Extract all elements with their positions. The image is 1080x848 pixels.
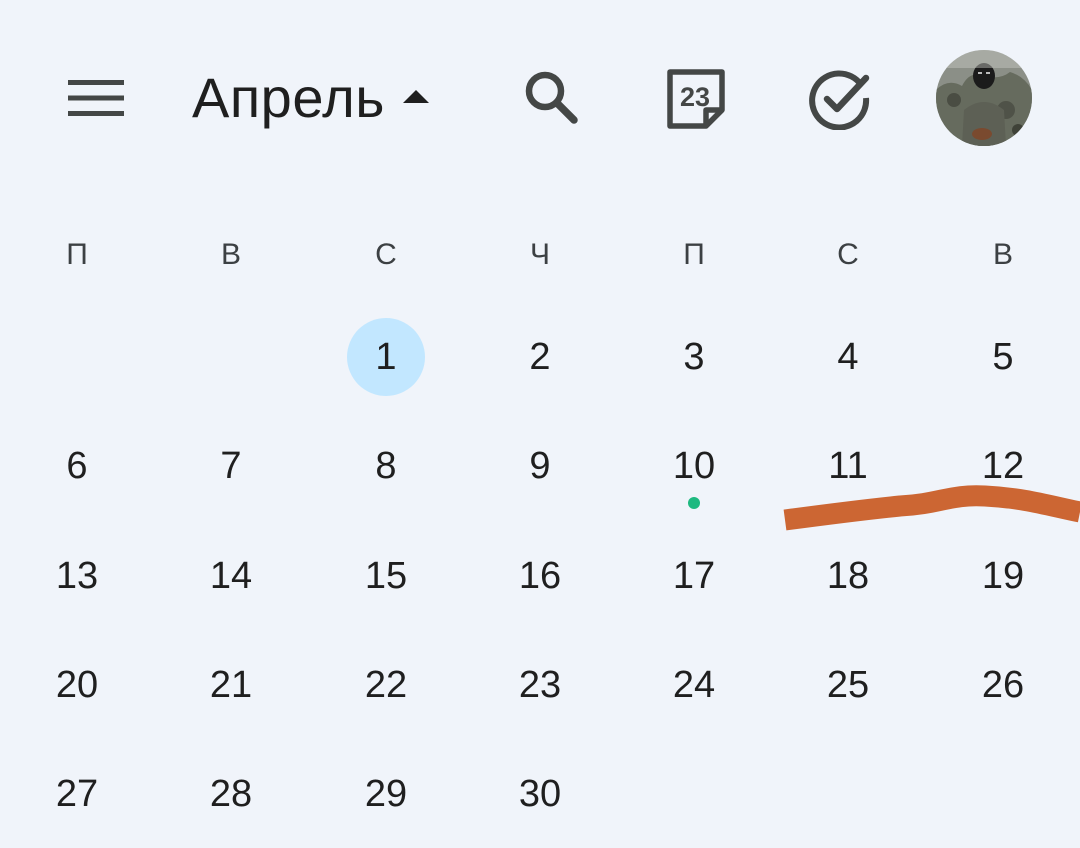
day-cell[interactable]: 19	[961, 534, 1045, 618]
month-selector[interactable]: Апрель	[192, 62, 429, 134]
day-cell[interactable]: 6	[35, 424, 119, 508]
day-cell[interactable]: 14	[189, 534, 273, 618]
day-cell-selected[interactable]: 1	[347, 318, 425, 396]
day-cell[interactable]: 15	[344, 534, 428, 618]
weekday-label: С	[375, 238, 397, 271]
month-title: Апрель	[192, 66, 385, 129]
day-cell[interactable]: 26	[961, 643, 1045, 727]
day-cell[interactable]: 10	[652, 424, 736, 508]
day-cell[interactable]: 4	[806, 315, 890, 399]
weekday-label: С	[837, 238, 859, 271]
weekday-label: Ч	[530, 238, 550, 271]
day-cell[interactable]: 28	[189, 752, 273, 836]
user-avatar[interactable]	[936, 50, 1032, 146]
day-cell[interactable]: 22	[344, 643, 428, 727]
day-cell[interactable]: 20	[35, 643, 119, 727]
day-cell[interactable]: 25	[806, 643, 890, 727]
search-icon	[525, 71, 578, 124]
day-cell[interactable]: 29	[344, 752, 428, 836]
app-header: Апрель 23	[0, 0, 1080, 196]
event-indicator-dot	[688, 497, 700, 509]
day-cell[interactable]: 16	[498, 534, 582, 618]
main-menu-button[interactable]	[56, 66, 136, 130]
task-check-icon	[809, 70, 870, 130]
day-cell[interactable]: 3	[652, 315, 736, 399]
day-cell[interactable]: 21	[189, 643, 273, 727]
day-cell[interactable]: 24	[652, 643, 736, 727]
weekday-label: П	[683, 238, 705, 271]
weekday-label: В	[220, 238, 241, 271]
menu-icon	[68, 80, 124, 116]
day-cell[interactable]: 7	[189, 424, 273, 508]
calendar-today-icon: 23	[667, 69, 725, 129]
caret-up-icon	[402, 89, 429, 103]
weekday-label: В	[992, 238, 1013, 271]
day-cell[interactable]: 11	[806, 424, 890, 508]
day-cell[interactable]: 17	[652, 534, 736, 618]
day-cell[interactable]: 27	[35, 752, 119, 836]
day-cell[interactable]: 2	[498, 315, 582, 399]
today-button[interactable]: 23	[656, 62, 736, 134]
day-cell[interactable]: 13	[35, 534, 119, 618]
weekday-label: П	[66, 238, 88, 271]
day-cell[interactable]: 9	[498, 424, 582, 508]
weekday-header-row: ПВСЧПСВ	[0, 230, 1080, 280]
tasks-button[interactable]	[800, 62, 880, 134]
day-cell[interactable]: 12	[961, 424, 1045, 508]
day-cell[interactable]: 30	[498, 752, 582, 836]
today-date-label: 23	[680, 82, 710, 112]
search-button[interactable]	[512, 62, 592, 134]
day-cell[interactable]: 5	[961, 315, 1045, 399]
day-cell[interactable]: 23	[498, 643, 582, 727]
day-cell[interactable]: 8	[344, 424, 428, 508]
day-cell[interactable]: 18	[806, 534, 890, 618]
